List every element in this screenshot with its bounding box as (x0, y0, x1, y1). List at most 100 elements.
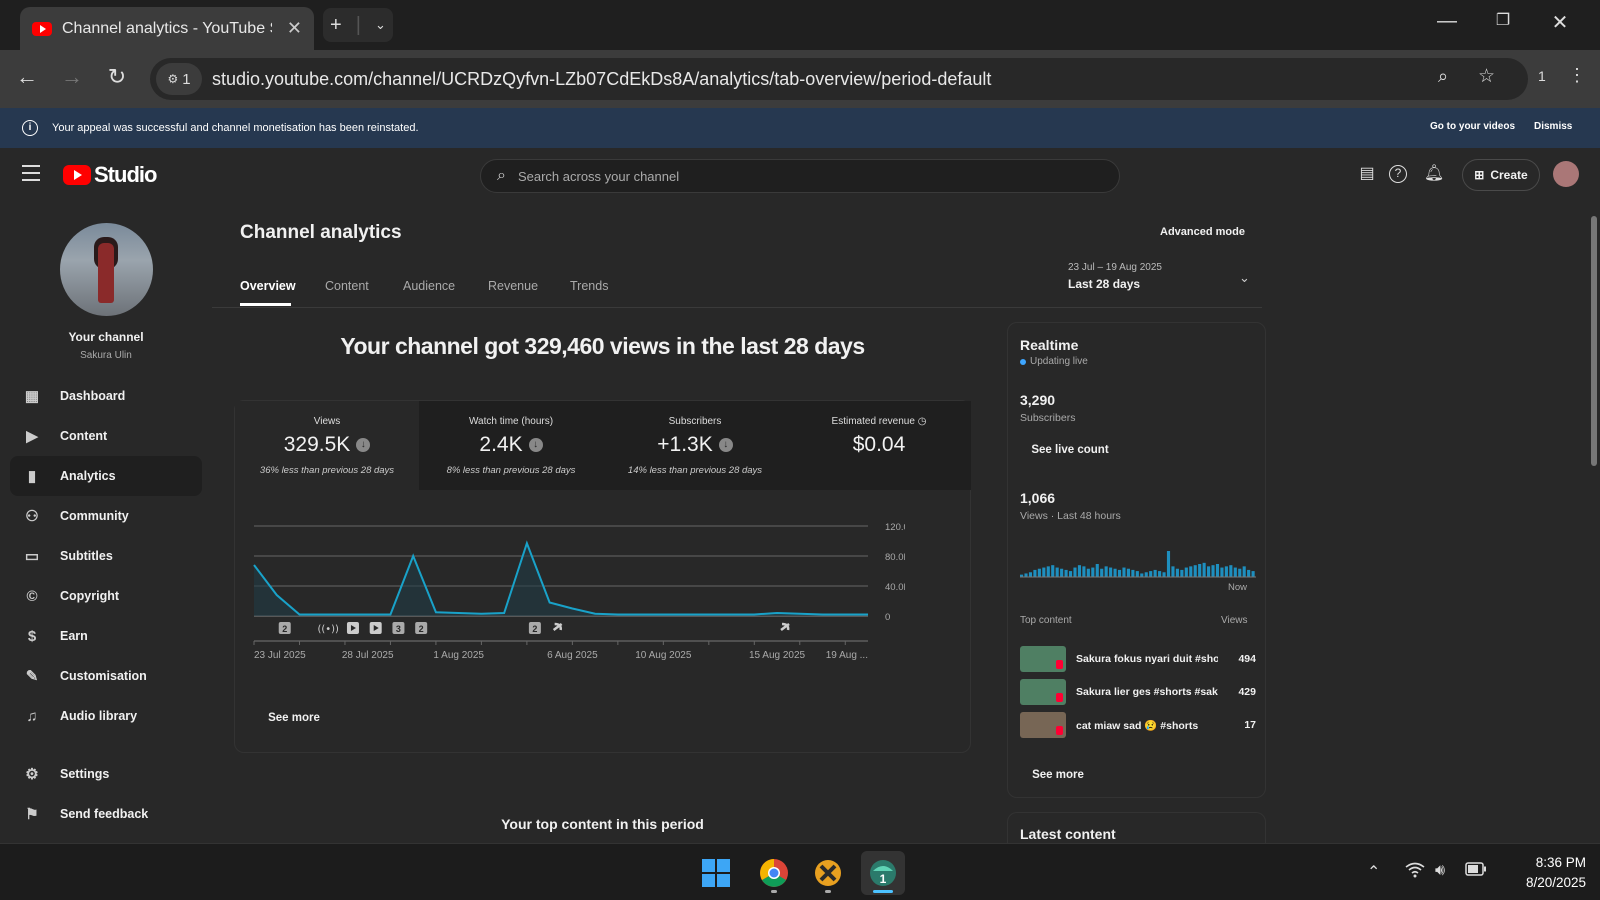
realtime-bar (1202, 562, 1206, 577)
metric-revenue[interactable]: Estimated revenue ◷ $0.04 (787, 401, 971, 490)
video-thumbnail (1020, 712, 1066, 738)
metric-subscribers[interactable]: Subscribers +1.3K ↓ 14% less than previou… (603, 401, 787, 490)
chevron-down-icon[interactable]: ⌄ (1239, 270, 1250, 286)
menu-kebab-icon[interactable]: ⋮ (1568, 65, 1586, 86)
upload-marker-count: 2 (419, 624, 424, 634)
tab-search-chevron-icon[interactable]: ⌄ (375, 17, 386, 33)
taskbar-chrome[interactable] (752, 851, 796, 895)
sidebar-item-customisation[interactable]: ✎ Customisation (10, 656, 202, 696)
channel-avatar[interactable] (60, 223, 153, 316)
studio-logo[interactable]: Studio (63, 162, 157, 188)
forward-icon[interactable]: → (57, 64, 87, 90)
x-tick-label: 1 Aug 2025 (433, 650, 484, 661)
search-input[interactable]: Search across your channel (518, 169, 679, 184)
sidebar-item-feedback[interactable]: ⚑ Send feedback (10, 794, 202, 834)
omnibox[interactable]: ⚙ 1 studio.youtube.com/channel/UCRDzQyfv… (150, 58, 1528, 100)
windows-taskbar: 1 ⌃ 🔊︎ 8:36 PM 8/20/2025 (0, 843, 1600, 900)
notifications-bell-icon[interactable]: 🔔︎ (1423, 163, 1445, 185)
sidebar-item-community[interactable]: ⚇ Community (10, 496, 202, 536)
hamburger-menu-icon[interactable] (22, 165, 40, 186)
restore-icon[interactable]: ❐ (1483, 10, 1523, 30)
create-video-icon: ⊞ (1474, 168, 1485, 182)
taskbar-clock[interactable]: 8:36 PM 8/20/2025 (1506, 853, 1586, 893)
sidebar-item-settings[interactable]: ⚙ Settings (10, 754, 202, 794)
scrollbar-thumb[interactable] (1591, 216, 1597, 466)
media-app-icon (815, 860, 841, 886)
create-button[interactable]: ⊞ Create (1462, 159, 1540, 191)
video-views: 429 (1238, 686, 1256, 698)
sidebar-item-earn[interactable]: $ Earn (10, 616, 202, 656)
tab-trends[interactable]: Trends (570, 279, 608, 293)
metric-value: +1.3K (657, 433, 713, 456)
sidebar-item-content[interactable]: ▶ Content (10, 416, 202, 456)
tab-audience[interactable]: Audience (403, 279, 455, 293)
help-icon[interactable]: ? (1389, 165, 1407, 183)
realtime-see-more-button[interactable]: See more (1020, 761, 1096, 789)
x-tick-label: 6 Aug 2025 (547, 650, 598, 661)
realtime-bar (1153, 569, 1157, 577)
sidebar-item-audio-library[interactable]: ♫ Audio library (10, 696, 202, 736)
realtime-bar (1238, 568, 1242, 577)
y-tick-label: 0 (885, 612, 890, 623)
y-tick-label: 40.0K (885, 582, 905, 593)
tray-chevron-up-icon[interactable]: ⌃ (1367, 862, 1380, 882)
see-live-count-button[interactable]: See live count (1020, 436, 1120, 464)
x-tick-label: 23 Jul 2025 (254, 650, 306, 661)
x-tick-label: 10 Aug 2025 (635, 650, 692, 661)
close-tab-icon[interactable]: ✕ (287, 18, 302, 39)
search-bar[interactable]: ⌕ Search across your channel (480, 159, 1120, 193)
sidebar-item-copyright[interactable]: © Copyright (10, 576, 202, 616)
tab-revenue[interactable]: Revenue (488, 279, 538, 293)
see-more-button[interactable]: See more (262, 704, 326, 732)
url-text[interactable]: studio.youtube.com/channel/UCRDzQyfvn-LZ… (212, 69, 991, 90)
account-avatar[interactable] (1553, 161, 1579, 187)
site-info-chip[interactable]: ⚙ 1 (156, 63, 202, 95)
sidebar-item-subtitles[interactable]: ▭ Subtitles (10, 536, 202, 576)
zoom-icon[interactable]: ⌕ (1438, 66, 1448, 87)
views-label: Views · Last 48 hours (1020, 510, 1121, 522)
taskbar-app-3[interactable]: 1 (861, 851, 905, 895)
tab-overview[interactable]: Overview (240, 279, 296, 293)
taskbar-app-2[interactable] (806, 851, 850, 895)
minimize-icon[interactable]: — (1427, 10, 1467, 33)
sidebar-item-analytics[interactable]: ▮ Analytics (10, 456, 202, 496)
sidebar-item-dashboard[interactable]: ▦ Dashboard (10, 376, 202, 416)
wifi-icon[interactable] (1405, 862, 1425, 883)
realtime-bar (1068, 571, 1073, 577)
series-line (253, 540, 868, 616)
profile-count[interactable]: 1 (1538, 68, 1546, 84)
date-range[interactable]: 23 Jul – 19 Aug 2025 (1068, 262, 1162, 273)
page-scrollbar[interactable] (1588, 202, 1600, 843)
metric-watch-time[interactable]: Watch time (hours) 2.4K ↓ 8% less than pr… (419, 401, 603, 490)
volume-icon[interactable]: 🔊︎ (1435, 862, 1445, 880)
list-item[interactable]: Sakura lier ges #shorts #sakura 429 (1020, 678, 1256, 706)
realtime-bar (1229, 565, 1233, 577)
metric-views[interactable]: Views 329.5K ↓ 36% less than previous 28 … (235, 401, 419, 490)
reload-icon[interactable]: ↻ (102, 64, 132, 90)
back-icon[interactable]: ← (12, 64, 42, 90)
video-views: 17 (1244, 719, 1256, 731)
realtime-bar (1198, 564, 1202, 577)
realtime-bar (1064, 569, 1068, 577)
feedback-icon[interactable]: ▤ (1356, 163, 1378, 185)
sidebar-item-label: Earn (60, 629, 88, 643)
realtime-bar (1149, 571, 1153, 577)
list-item[interactable]: cat miaw sad 😢 #shorts 17 (1020, 711, 1256, 739)
go-to-videos-button[interactable]: Go to your videos (1430, 121, 1515, 132)
battery-icon[interactable] (1465, 862, 1487, 881)
tab-content[interactable]: Content (325, 279, 369, 293)
close-window-icon[interactable]: ✕ (1540, 10, 1580, 35)
realtime-bar (1251, 571, 1255, 577)
live-marker-icon: ((•)) (317, 624, 339, 635)
advanced-mode-button[interactable]: Advanced mode (1146, 218, 1259, 246)
browser-tab[interactable]: Channel analytics - YouTube Studio ✕ (20, 7, 314, 50)
new-tab-icon[interactable]: + (330, 14, 342, 37)
svg-text:1: 1 (880, 872, 887, 886)
bookmark-star-icon[interactable]: ☆ (1478, 65, 1495, 88)
list-item[interactable]: Sakura fokus nyari duit #shorts 494 (1020, 645, 1256, 673)
search-icon: ⌕ (497, 167, 506, 184)
realtime-bar (1113, 568, 1117, 577)
date-period-label[interactable]: Last 28 days (1068, 277, 1140, 291)
start-button[interactable] (694, 851, 738, 895)
dismiss-button[interactable]: Dismiss (1534, 121, 1572, 132)
